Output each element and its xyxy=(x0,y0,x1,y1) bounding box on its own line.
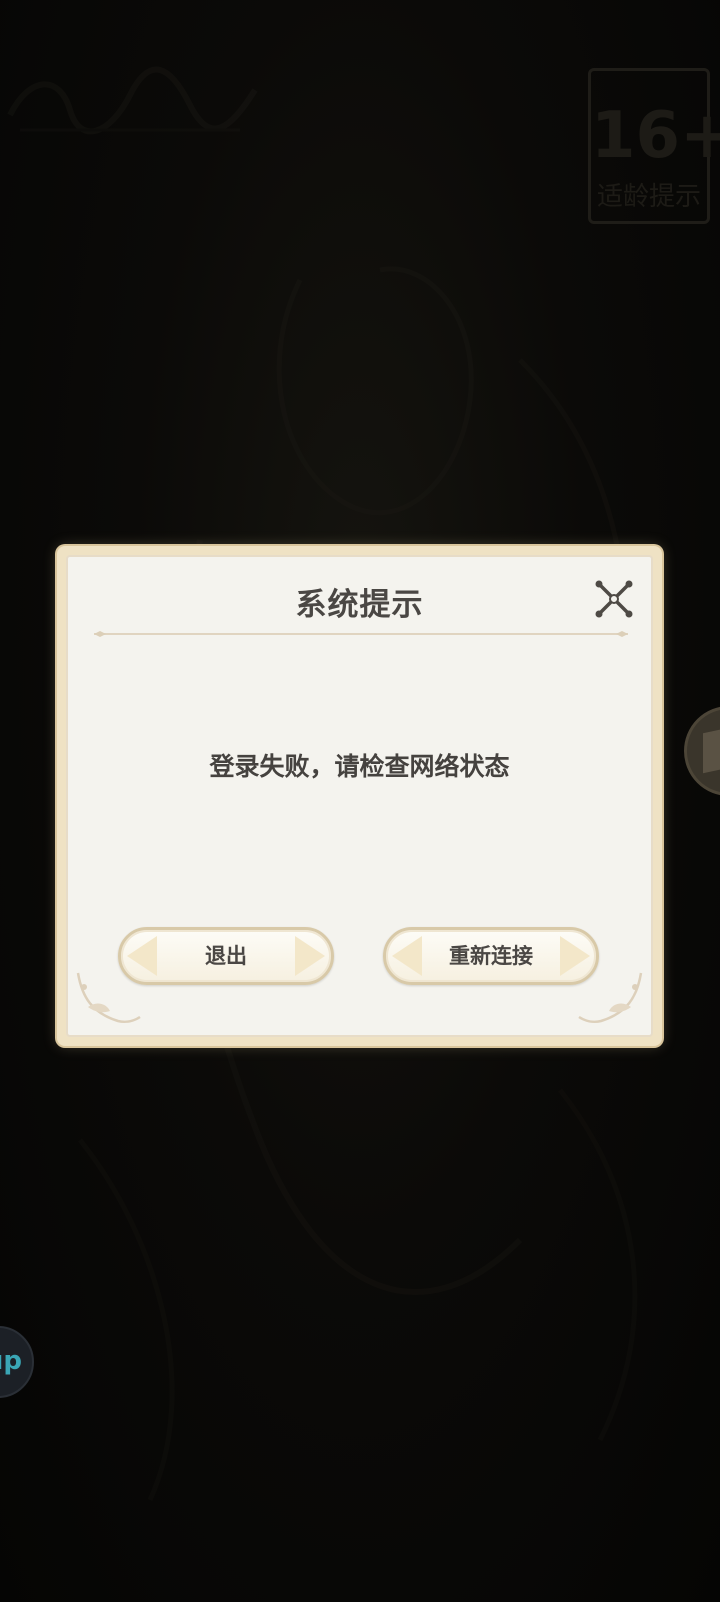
cube-icon xyxy=(703,724,720,774)
game-logo xyxy=(7,66,258,135)
close-button[interactable] xyxy=(592,577,636,621)
corner-ornament-right xyxy=(578,972,643,1024)
exit-button-label: 退出 xyxy=(205,944,247,968)
dialog-message: 登录失败，请检查网络状态 xyxy=(209,752,510,781)
system-dialog: 系统提示 登录失败，请检查网络状态 退出 重新连接 xyxy=(57,546,662,1046)
age-rating-caption: 适龄提示 xyxy=(596,182,701,212)
exit-button[interactable]: 退出 xyxy=(118,927,334,985)
dialog-body: 系统提示 登录失败，请检查网络状态 退出 重新连接 xyxy=(66,555,653,1037)
title-divider xyxy=(94,631,628,637)
age-rating-badge: 16+ 适龄提示 xyxy=(588,68,720,224)
age-rating-number: 16+ xyxy=(591,99,720,173)
reconnect-button[interactable]: 重新连接 xyxy=(383,927,599,985)
dialog-title: 系统提示 xyxy=(295,587,424,623)
game-screen: 16+ 适龄提示 up 系统提示 xyxy=(0,0,720,1602)
reconnect-button-label: 重新连接 xyxy=(449,944,533,968)
close-icon xyxy=(595,580,633,618)
corner-ornament-left xyxy=(76,972,141,1024)
